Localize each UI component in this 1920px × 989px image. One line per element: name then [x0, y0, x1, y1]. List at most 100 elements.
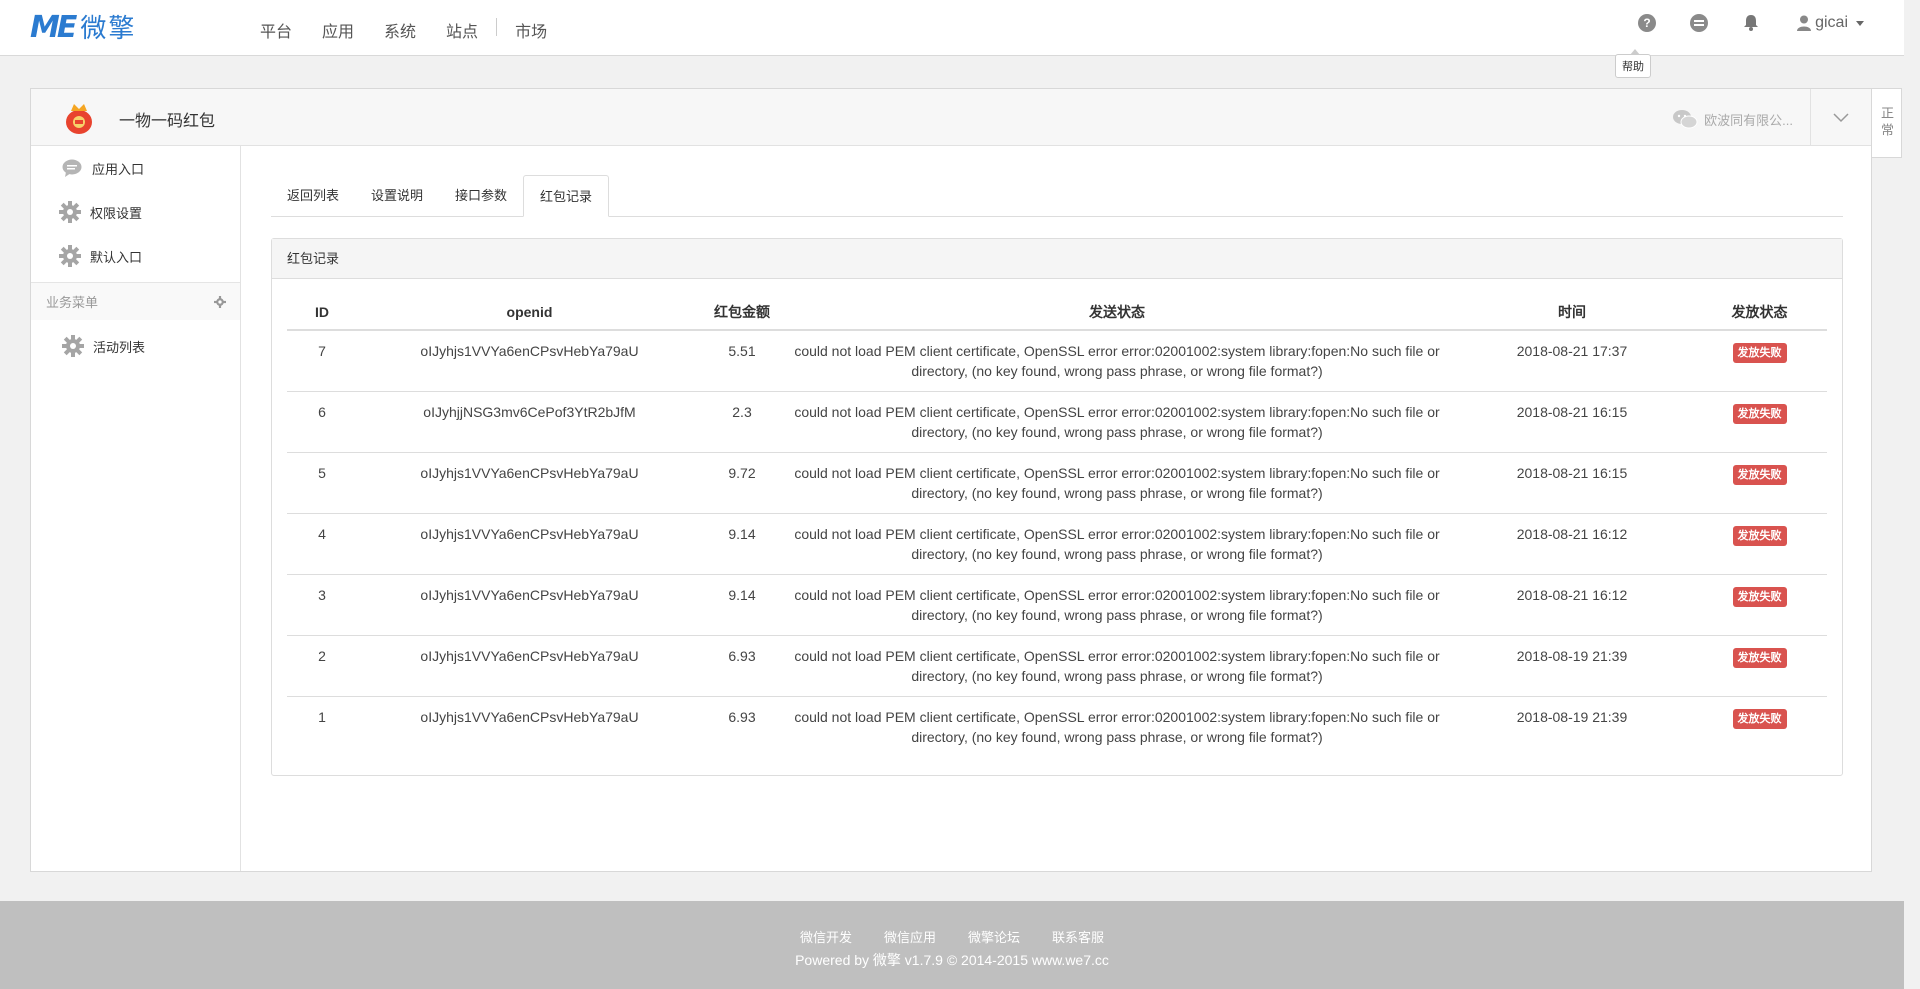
sidebar-item-default-entry[interactable]: 默认入口 — [31, 234, 240, 278]
caret-down-icon — [1856, 20, 1864, 26]
top-navbar: ME 微擎 平台 应用 系统 站点 市场 ? gicai — [0, 0, 1904, 56]
records-panel: 红包记录 ID openid 红包金额 发送状态 时间 发放状态 7 oIJyhj… — [271, 238, 1843, 776]
cell-issue-status: 发放失败 — [1692, 635, 1827, 697]
status-side-tab[interactable]: 正常 — [1872, 88, 1902, 158]
sidebar-item-label: 权限设置 — [90, 205, 143, 221]
logo[interactable]: ME 微擎 — [30, 10, 137, 45]
cell-id: 2 — [287, 635, 357, 697]
help-tooltip: 帮助 — [1615, 49, 1651, 78]
cell-time: 2018-08-21 16:12 — [1452, 513, 1692, 575]
cell-time: 2018-08-19 21:39 — [1516, 709, 1628, 725]
sidebar-section-business: 业务菜单 — [31, 282, 240, 320]
nav-right: ? gicai — [1621, 14, 1864, 32]
cell-openid: oIJyhjjNSG3mv6CePof3YtR2bJfM — [357, 391, 702, 453]
sidebar-item-activity-list[interactable]: 活动列表 — [31, 324, 240, 368]
cell-openid: oIJyhjs1VVYa6enCPsvHebYa79aU — [357, 574, 702, 636]
main-nav: 平台 应用 系统 站点 市场 — [260, 18, 577, 42]
cell-time: 2018-08-21 17:37 — [1452, 330, 1692, 392]
cell-id: 1 — [318, 709, 326, 725]
help-icon[interactable]: ? — [1638, 14, 1657, 32]
cell-message: could not load PEM client certificate, O… — [782, 574, 1452, 636]
status-badge: 发放失败 — [1732, 587, 1787, 607]
panel-heading: 红包记录 — [272, 239, 1842, 279]
cell-message: could not load PEM client certificate, O… — [782, 635, 1452, 697]
cell-id: 6 — [287, 391, 357, 453]
cell-message: could not load PEM client certificate, O… — [782, 330, 1452, 392]
app-title: 一物一码红包 — [119, 113, 216, 130]
cell-id: 4 — [287, 513, 357, 575]
footer: 微信开发 微信应用 微擎论坛 联系客服 Powered by 微擎 v1.7.9… — [0, 901, 1904, 989]
footer-link-forum[interactable]: 微擎论坛 — [968, 927, 1020, 946]
message-icon[interactable] — [1690, 14, 1709, 32]
cell-time: 2018-08-21 16:15 — [1452, 391, 1692, 453]
sidebar-item-label: 活动列表 — [93, 339, 146, 355]
cell-amount: 9.14 — [702, 513, 782, 575]
status-badge: 发放失败 — [1732, 404, 1787, 424]
nav-item-apps[interactable]: 应用 — [322, 18, 354, 42]
sidebar-item-app-entry[interactable]: 应用入口 — [31, 146, 240, 190]
cell-time: 2018-08-21 16:12 — [1452, 574, 1692, 636]
cell-id: 7 — [287, 330, 357, 392]
col-header-time: 时间 — [1452, 294, 1692, 331]
cell-amount: 2.3 — [702, 391, 782, 453]
gear-icon — [62, 335, 84, 357]
bell-icon[interactable] — [1742, 14, 1760, 32]
cell-time: 2018-08-21 16:15 — [1452, 452, 1692, 514]
col-header-amount: 红包金额 — [702, 294, 782, 331]
cell-id: 5 — [287, 452, 357, 514]
cell-amount: 5.51 — [702, 330, 782, 392]
footer-link-wechat-dev[interactable]: 微信开发 — [800, 927, 852, 946]
table-row: 6 oIJyhjjNSG3mv6CePof3YtR2bJfM 2.3 could no… — [287, 391, 1827, 453]
tab-redpacket-records[interactable]: 红包记录 — [523, 175, 610, 217]
nav-item-system[interactable]: 系统 — [384, 18, 416, 42]
logo-text: 微擎 — [80, 13, 137, 43]
cell-time: 2018-08-19 21:39 — [1452, 635, 1692, 697]
cell-issue-status: 发放失败 — [1692, 513, 1827, 575]
gear-icon — [59, 245, 81, 267]
footer-link-wechat-apps[interactable]: 微信应用 — [884, 927, 936, 946]
cell-amount: 6.93 — [728, 709, 756, 725]
cell-issue-status: 发放失败 — [1692, 574, 1827, 636]
table-row: 7 oIJyhjs1VVYa6enCPsvHebYa79aU 5.51 could n… — [287, 330, 1827, 392]
logo-mark: ME — [30, 10, 77, 45]
chevron-down-icon[interactable] — [1831, 107, 1851, 127]
tab-settings-description[interactable]: 设置说明 — [355, 175, 439, 216]
tab-api-params[interactable]: 接口参数 — [439, 175, 523, 216]
footer-copyright: Powered by 微擎 v1.7.9 © 2014-2015 www.we7… — [795, 952, 1109, 968]
table-header-row: ID openid 红包金额 发送状态 时间 发放状态 — [287, 294, 1827, 331]
cell-openid: oIJyhjs1VVYa6enCPsvHebYa79aU — [357, 635, 702, 697]
cell-issue-status: 发放失败 — [1692, 391, 1827, 453]
sidebar-item-label: 应用入口 — [92, 161, 145, 177]
page-right-strip — [1904, 0, 1920, 989]
cell-message: could not load PEM client certificate, O… — [782, 513, 1452, 575]
col-header-issue-status: 发放状态 — [1692, 294, 1827, 331]
user-menu[interactable]: gicai — [1797, 14, 1864, 32]
nav-item-platform[interactable]: 平台 — [260, 18, 292, 42]
sidebar-item-permissions[interactable]: 权限设置 — [31, 190, 240, 234]
table-row: 5 oIJyhjs1VVYa6enCPsvHebYa79aU 9.72 could n… — [287, 452, 1827, 514]
col-header-openid: openid — [357, 294, 702, 331]
user-name: gicai — [1815, 14, 1848, 31]
sidebar-item-label: 默认入口 — [90, 249, 143, 265]
nav-item-market[interactable]: 市场 — [515, 18, 547, 42]
cell-openid: oIJyhjs1VVYa6enCPsvHebYa79aU — [420, 709, 639, 725]
footer-link-support[interactable]: 联系客服 — [1052, 927, 1104, 946]
settings-gear-icon[interactable] — [214, 295, 226, 308]
footer-links: 微信开发 微信应用 微擎论坛 联系客服 — [0, 901, 1904, 946]
cell-amount: 9.72 — [702, 452, 782, 514]
content-area: 返回列表 设置说明 接口参数 红包记录 红包记录 ID openid 红包金额 … — [271, 174, 1843, 776]
table-row: 3 oIJyhjs1VVYa6enCPsvHebYa79aU 9.14 could n… — [287, 574, 1827, 636]
cell-amount: 9.14 — [702, 574, 782, 636]
account-switcher[interactable]: 欧波同有限公... — [1672, 109, 1793, 129]
comment-icon — [61, 157, 83, 179]
records-table: ID openid 红包金额 发送状态 时间 发放状态 7 oIJyhjs1VVY… — [287, 294, 1827, 757]
tab-back-to-list[interactable]: 返回列表 — [271, 175, 355, 216]
sidebar: 应用入口 权限设置 默认入口 业务菜单 活动列表 — [31, 146, 241, 871]
nav-item-site[interactable]: 站点 — [446, 18, 478, 42]
cell-id: 3 — [287, 574, 357, 636]
sidebar-section-label: 业务菜单 — [46, 295, 99, 310]
wechat-icon — [1673, 110, 1698, 129]
cell-issue-status: 发放失败 — [1692, 452, 1827, 514]
status-badge: 发放失败 — [1732, 465, 1787, 485]
user-icon — [1797, 15, 1812, 31]
